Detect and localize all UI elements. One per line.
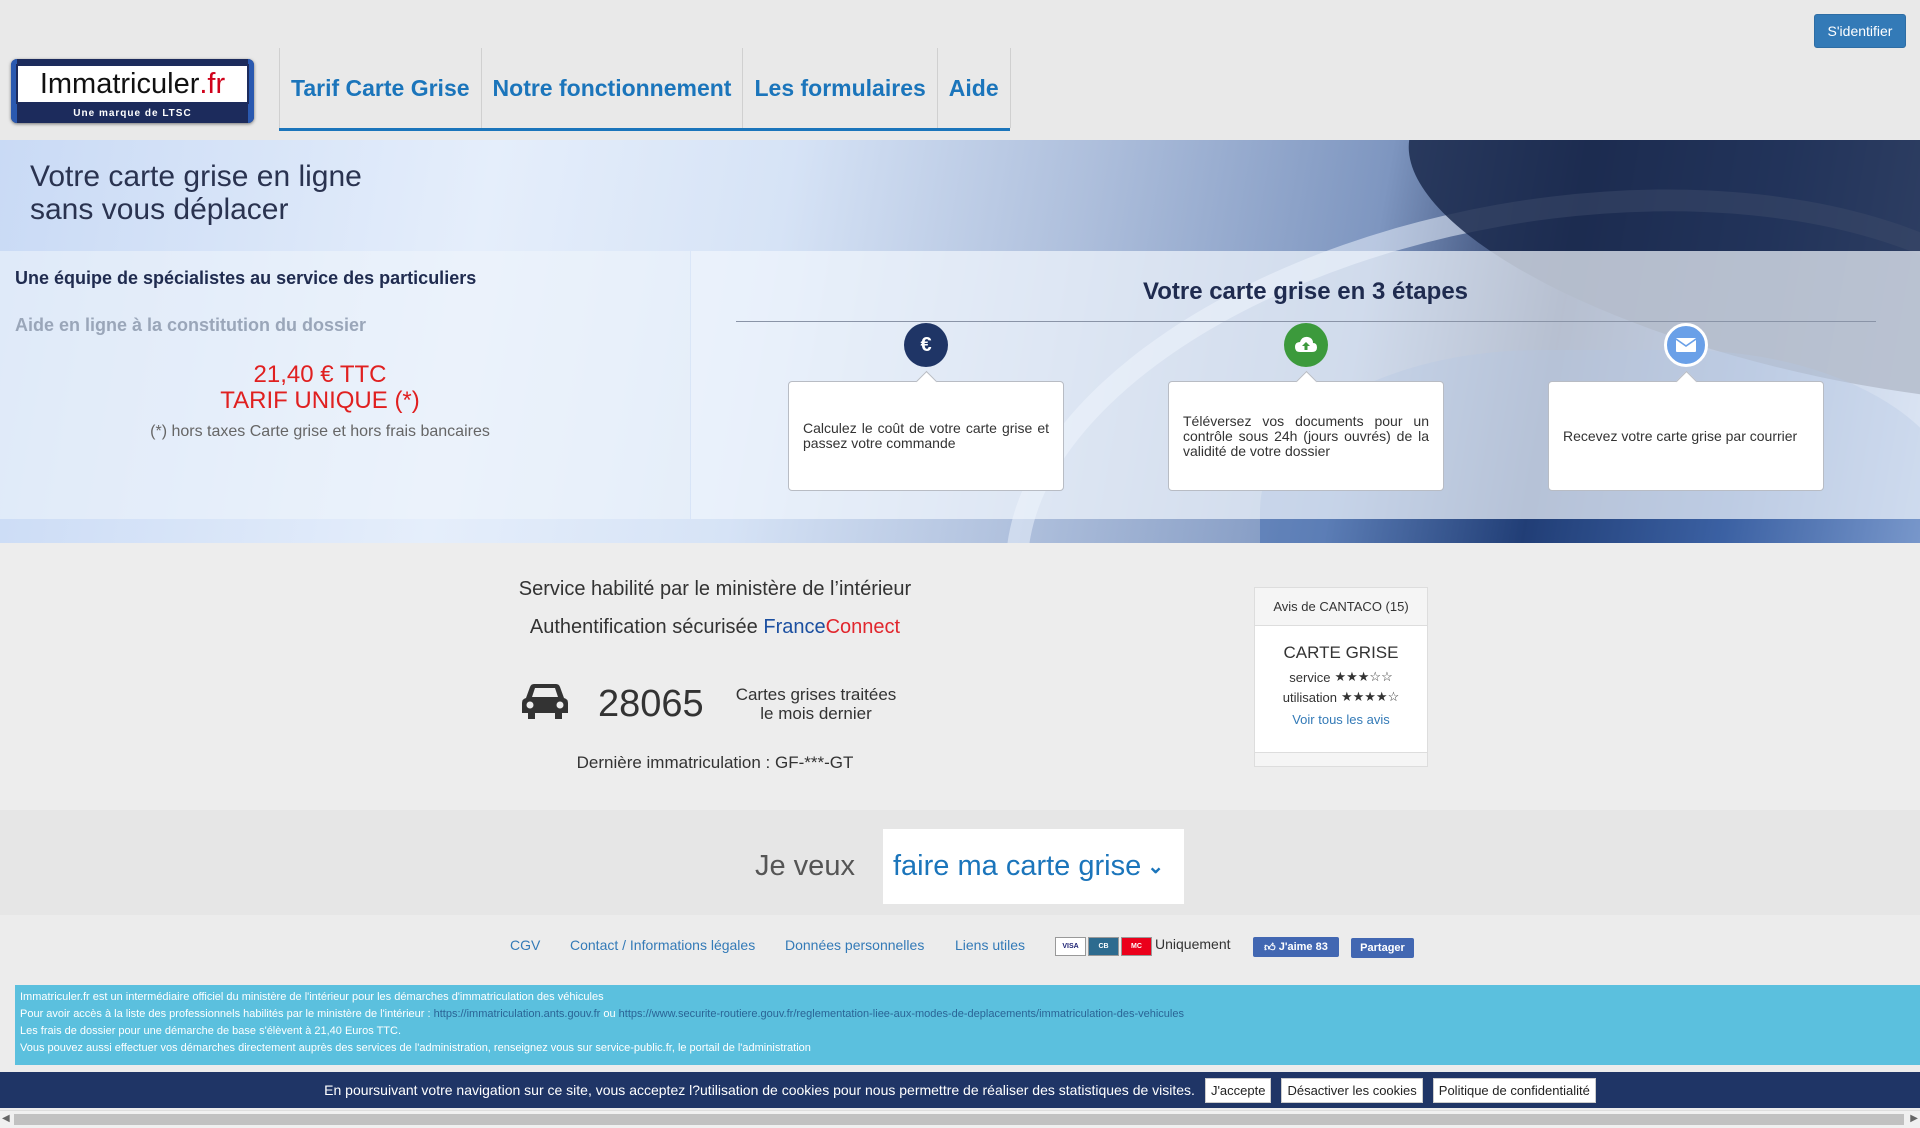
star-rating-icon: ★★★☆☆: [1334, 669, 1393, 684]
intent-selected-value: faire ma carte grise: [893, 850, 1142, 882]
footer-link-useful[interactable]: Liens utiles: [955, 937, 1025, 953]
facebook-like-button[interactable]: 👍︎ J'aime 83: [1253, 937, 1339, 957]
mastercard-icon: MC: [1121, 937, 1152, 956]
main-nav: Tarif Carte Grise Notre fonctionnement L…: [279, 48, 1011, 131]
cookie-disable-button[interactable]: Désactiver les cookies: [1281, 1077, 1423, 1103]
scrollbar-thumb[interactable]: [14, 1114, 1904, 1125]
privacy-policy-button[interactable]: Politique de confidentialité: [1432, 1077, 1596, 1103]
cb-card-icon: CB: [1088, 937, 1119, 956]
secure-auth-text: Authentification sécurisée FranceConnect: [400, 616, 1030, 639]
steps-title: Votre carte grise en 3 étapes: [1142, 278, 1469, 305]
visa-card-icon: VISA: [1055, 937, 1086, 956]
nav-les-formulaires[interactable]: Les formulaires: [742, 48, 938, 128]
car-icon: [522, 684, 568, 719]
nav-aide[interactable]: Aide: [936, 48, 1011, 128]
logo-tld: .fr: [199, 67, 226, 100]
price-amount: 21,40 € TTC: [253, 361, 387, 388]
review-title: CARTE GRISE: [1283, 643, 1399, 662]
nav-tarif-carte-grise[interactable]: Tarif Carte Grise: [279, 48, 482, 128]
review-header: Avis de CANTACO (15): [1255, 588, 1427, 626]
securite-routiere-link[interactable]: https://www.securite-routiere.gouv.fr/re…: [619, 1008, 1184, 1020]
review-usage-label: utilisation: [1282, 689, 1337, 705]
steps-divider: [736, 321, 1876, 322]
logo-plate: Immatriculer .fr: [16, 64, 249, 104]
step-3-text: Recevez votre carte grise par courrier: [1563, 427, 1798, 444]
info-line-1: Immatriculer.fr est un intermédiaire off…: [20, 991, 604, 1003]
scroll-left-icon[interactable]: ◀: [2, 1113, 10, 1124]
step-2-text: Téléversez vos documents pour un contrôl…: [1183, 412, 1429, 459]
cards-processed-label-line1: Cartes grises traitées: [735, 685, 897, 704]
step-1-text: Calculez le coût de votre carte grise et…: [803, 420, 1049, 451]
secure-auth-prefix: Authentification sécurisée: [529, 616, 758, 638]
review-footer: [1255, 752, 1427, 766]
franceconnect-connect: Connect: [825, 616, 901, 638]
facebook-like-label: J'aime 83: [1278, 941, 1328, 953]
info-line-2: Pour avoir accès à la liste des professi…: [20, 1006, 1915, 1023]
star-rating-icon: ★★★★☆: [1340, 689, 1400, 704]
footer-link-cgv[interactable]: CGV: [510, 937, 540, 953]
hero-banner: Votre carte grise en ligne sans vous dép…: [0, 140, 1920, 543]
intent-section: Je veux faire ma carte grise ⌄: [0, 810, 1920, 915]
review-service-row: service ★★★☆☆: [1255, 669, 1427, 685]
logo-text: Immatriculer: [39, 67, 200, 100]
site-logo[interactable]: Immatriculer .fr Une marque de LTSC: [11, 59, 254, 123]
hero-title-line1: Votre carte grise en ligne: [30, 160, 362, 193]
price-note: (*) hors taxes Carte grise et hors frais…: [150, 423, 490, 440]
team-tagline: Une équipe de spécialistes au service de…: [15, 268, 477, 288]
last-registration: Dernière immatriculation : GF-***-GT: [576, 753, 854, 772]
logo-tagline: Une marque de LTSC: [73, 108, 192, 119]
ants-link[interactable]: https://immatriculation.ants.gouv.fr: [434, 1008, 601, 1020]
info-line-3: Les frais de dossier pour une démarche d…: [20, 1025, 402, 1037]
euro-icon: €: [904, 323, 948, 367]
step-3-box: Recevez votre carte grise par courrier: [1548, 381, 1824, 491]
review-service-label: service: [1289, 669, 1331, 685]
cards-processed-label-line2: le mois dernier: [760, 704, 872, 723]
chevron-down-icon: ⌄: [1147, 856, 1164, 878]
info-or: ou: [603, 1008, 616, 1020]
hero-title-line2: sans vous déplacer: [30, 193, 289, 226]
intent-label: Je veux: [755, 850, 855, 882]
payment-cards: VISA CB MC: [1055, 937, 1152, 956]
info-line-4: Vous pouvez aussi effectuer vos démarche…: [20, 1042, 811, 1054]
cookie-banner: En poursuivant votre navigation sur ce s…: [0, 1072, 1920, 1108]
thumbs-up-icon: 👍︎: [1264, 941, 1276, 954]
step-1-box: Calculez le coût de votre carte grise et…: [788, 381, 1064, 491]
franceconnect-france: France: [763, 616, 826, 638]
cookie-accept-button[interactable]: J'accepte: [1204, 1077, 1272, 1103]
login-button[interactable]: S'identifier: [1814, 14, 1906, 48]
price-unique: TARIF UNIQUE (*): [220, 387, 420, 414]
horizontal-scrollbar[interactable]: ◀ ▶: [0, 1110, 1920, 1128]
footer-link-privacy[interactable]: Données personnelles: [785, 937, 924, 953]
envelope-icon: [1664, 323, 1708, 367]
steps-panel: Votre carte grise en 3 étapes € Calculez…: [691, 251, 1920, 519]
footer-link-contact[interactable]: Contact / Informations légales: [570, 937, 755, 953]
see-all-reviews-link[interactable]: Voir tous les avis: [1255, 712, 1427, 727]
service-section: Service habilité par le ministère de l’i…: [0, 543, 1920, 810]
aid-tagline: Aide en ligne à la constitution du dossi…: [15, 315, 367, 335]
site-header: S'identifier Immatriculer .fr Une marque …: [0, 0, 1920, 140]
cookie-text: En poursuivant votre navigation sur ce s…: [324, 1082, 1195, 1098]
info-line-2-prefix: Pour avoir accès à la liste des professi…: [20, 1008, 431, 1020]
price-block: 21,40 € TTC TARIF UNIQUE (*): [0, 362, 640, 414]
step-2-box: Téléversez vos documents pour un contrôl…: [1168, 381, 1444, 491]
footer-links: CGV Contact / Informations légales Donné…: [0, 915, 1920, 985]
cards-processed-count: 28065: [598, 683, 704, 725]
intent-select[interactable]: faire ma carte grise ⌄: [883, 829, 1184, 904]
facebook-share-button[interactable]: Partager: [1351, 938, 1414, 958]
review-widget: Avis de CANTACO (15) CARTE GRISE service…: [1254, 587, 1428, 767]
nav-notre-fonctionnement[interactable]: Notre fonctionnement: [480, 48, 744, 128]
cloud-upload-icon: [1284, 323, 1328, 367]
scroll-right-icon[interactable]: ▶: [1910, 1113, 1918, 1124]
cards-processed-label: Cartes grises traitées le mois dernier: [726, 685, 906, 723]
review-usage-row: utilisation ★★★★☆: [1255, 689, 1427, 705]
service-authorized-text: Service habilité par le ministère de l’i…: [518, 578, 912, 600]
payment-only-label: Uniquement: [1155, 936, 1231, 952]
legal-info-bar: Immatriculer.fr est un intermédiaire off…: [15, 985, 1920, 1065]
hero-title: Votre carte grise en ligne sans vous dép…: [30, 160, 362, 226]
